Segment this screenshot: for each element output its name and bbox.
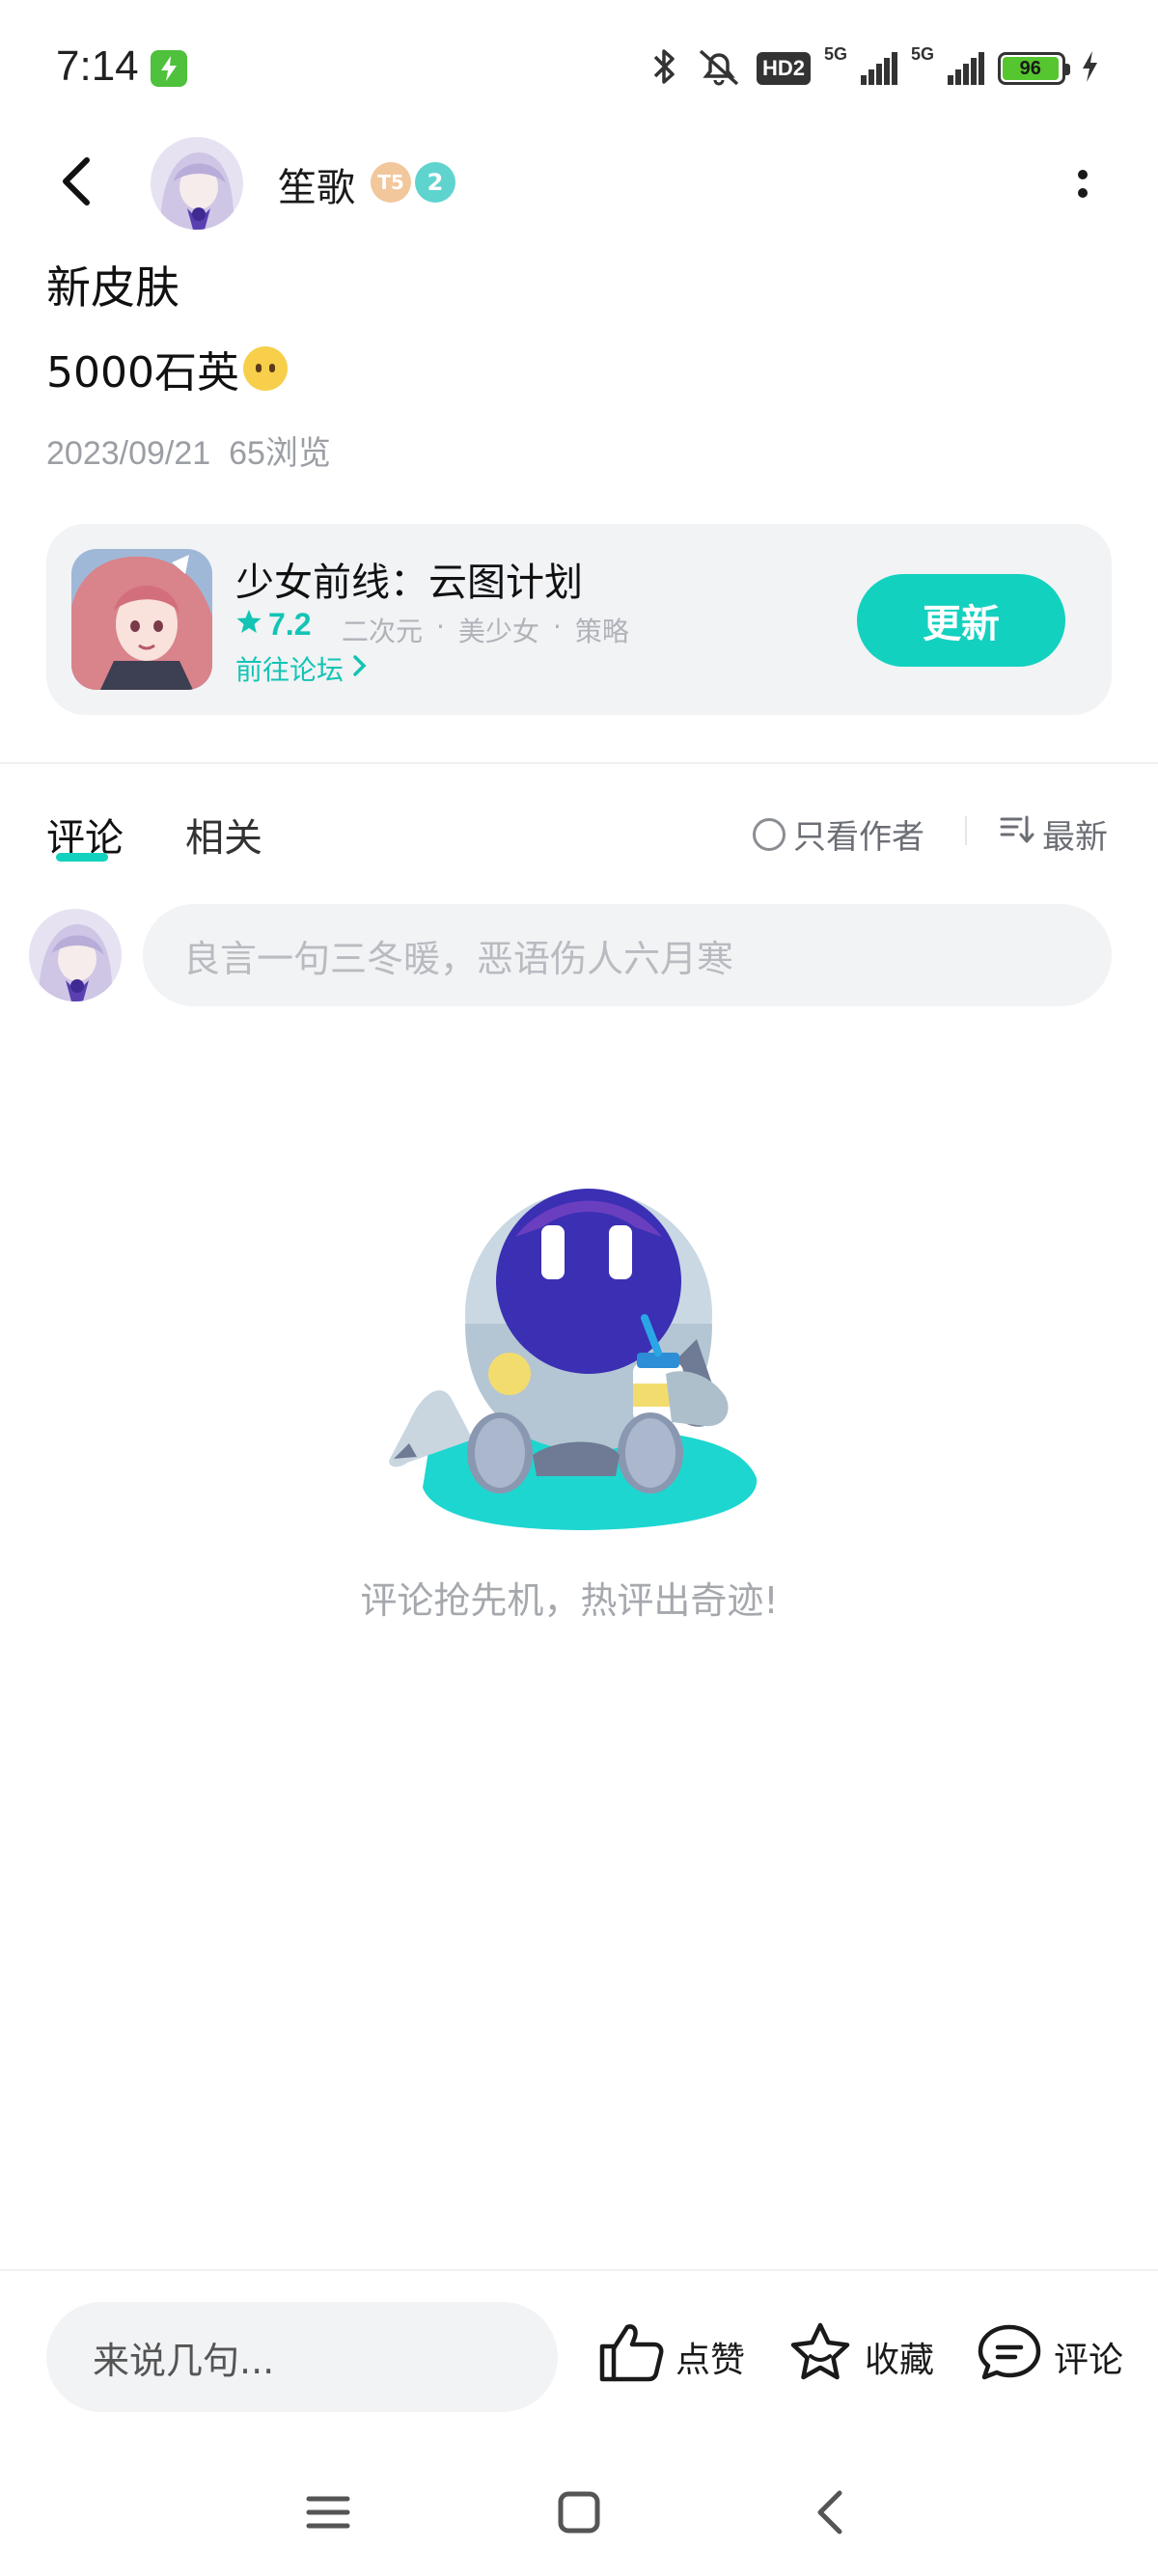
chevron-right-icon <box>351 653 369 685</box>
radio-icon <box>753 817 786 851</box>
sort-button[interactable]: 最新 <box>1000 810 1108 858</box>
tab-related[interactable]: 相关 <box>185 807 262 863</box>
post-date: 2023/09/21 <box>46 435 211 472</box>
post-body-text: 5000石英 <box>46 348 239 397</box>
favorite-label: 收藏 <box>865 2340 935 2380</box>
update-button[interactable]: 更新 <box>857 574 1065 667</box>
back-nav-button[interactable] <box>791 2474 868 2551</box>
status-time: 7:14 <box>56 42 139 90</box>
post-title: 新皮肤 <box>46 261 179 314</box>
like-button[interactable]: 点赞 <box>598 2321 745 2392</box>
game-tags: 二次元 · 美少女 · 策略 <box>342 611 629 649</box>
status-bar: 7:14 HD2 5G 5G 96 <box>0 0 1158 135</box>
go-to-forum-label: 前往论坛 <box>235 654 345 686</box>
post-views: 65浏览 <box>229 435 331 472</box>
star-icon <box>235 607 262 643</box>
active-tab-indicator <box>56 853 108 862</box>
quick-comment-input[interactable]: 来说几句... <box>46 2302 558 2412</box>
author-name[interactable]: 笙歌 <box>278 156 355 212</box>
game-rating: 7.2 <box>235 607 311 643</box>
thumbs-up-icon <box>598 2321 664 2392</box>
bluetooth-icon <box>647 45 681 92</box>
user-avatar <box>29 909 122 1001</box>
game-card[interactable]: 少女前线：云图计划 7.2 二次元 · 美少女 · 策略 前往论坛 更新 <box>46 524 1112 715</box>
favorite-button[interactable]: 收藏 <box>787 2321 934 2392</box>
comment-bubble-icon <box>977 2321 1042 2392</box>
level-badge-t5: T5 <box>371 162 411 203</box>
go-to-forum-link[interactable]: 前往论坛 <box>235 649 369 688</box>
post-body: 5000石英 <box>46 338 288 399</box>
signal-icon-2 <box>948 52 984 85</box>
back-button[interactable] <box>50 147 104 214</box>
level-badge-t5-label: T5 <box>377 171 404 194</box>
more-options-button[interactable] <box>1062 162 1104 205</box>
charging-bolt-icon <box>1079 49 1100 88</box>
game-name[interactable]: 少女前线：云图计划 <box>235 551 583 607</box>
author-only-toggle[interactable]: 只看作者 <box>753 810 924 858</box>
system-nav-bar <box>0 2451 1158 2576</box>
game-tag: 美少女 <box>457 616 539 647</box>
network-type-2: 5G <box>910 44 934 64</box>
tag-separator: · <box>552 611 562 643</box>
sort-label: 最新 <box>1042 818 1108 857</box>
status-icons: HD2 5G 5G 96 <box>647 44 1100 93</box>
game-icon[interactable] <box>71 549 212 690</box>
level-badge-2: 2 <box>415 162 455 203</box>
game-rating-value: 7.2 <box>268 607 312 642</box>
network-type-1: 5G <box>823 44 847 64</box>
author-avatar[interactable] <box>151 137 243 230</box>
emoji-icon <box>242 346 288 391</box>
tag-separator: · <box>436 611 445 643</box>
game-tag: 策略 <box>574 616 629 647</box>
like-label: 点赞 <box>676 2340 746 2380</box>
bottom-action-bar: 来说几句... 点赞 收藏 评论 <box>0 2269 1158 2412</box>
comment-button[interactable]: 评论 <box>977 2321 1123 2392</box>
comment-input[interactable]: 良言一句三冬暖，恶语伤人六月寒 <box>143 904 1112 1006</box>
sort-icon <box>1000 813 1034 855</box>
author-only-label: 只看作者 <box>793 818 924 857</box>
hd-voice-badge: HD2 <box>756 52 811 85</box>
mute-bell-icon <box>695 45 743 92</box>
level-badge-2-label: 2 <box>427 169 444 196</box>
empty-state-robot-illustration <box>384 1169 789 1546</box>
filter-separator <box>965 816 967 845</box>
battery-icon: 96 <box>998 52 1070 85</box>
home-nav-button[interactable] <box>540 2474 618 2551</box>
star-outline-icon <box>787 2321 853 2392</box>
battery-level: 96 <box>1003 57 1059 80</box>
charging-icon <box>151 50 187 87</box>
game-tag: 二次元 <box>342 616 424 647</box>
empty-state-text: 评论抢先机，热评出奇迹! <box>360 1579 779 1622</box>
signal-icon-1 <box>860 52 897 85</box>
post-meta: 2023/09/21 65浏览 <box>46 426 331 474</box>
menu-nav-button[interactable] <box>290 2474 367 2551</box>
comment-label: 评论 <box>1054 2340 1124 2380</box>
section-divider <box>0 762 1158 764</box>
